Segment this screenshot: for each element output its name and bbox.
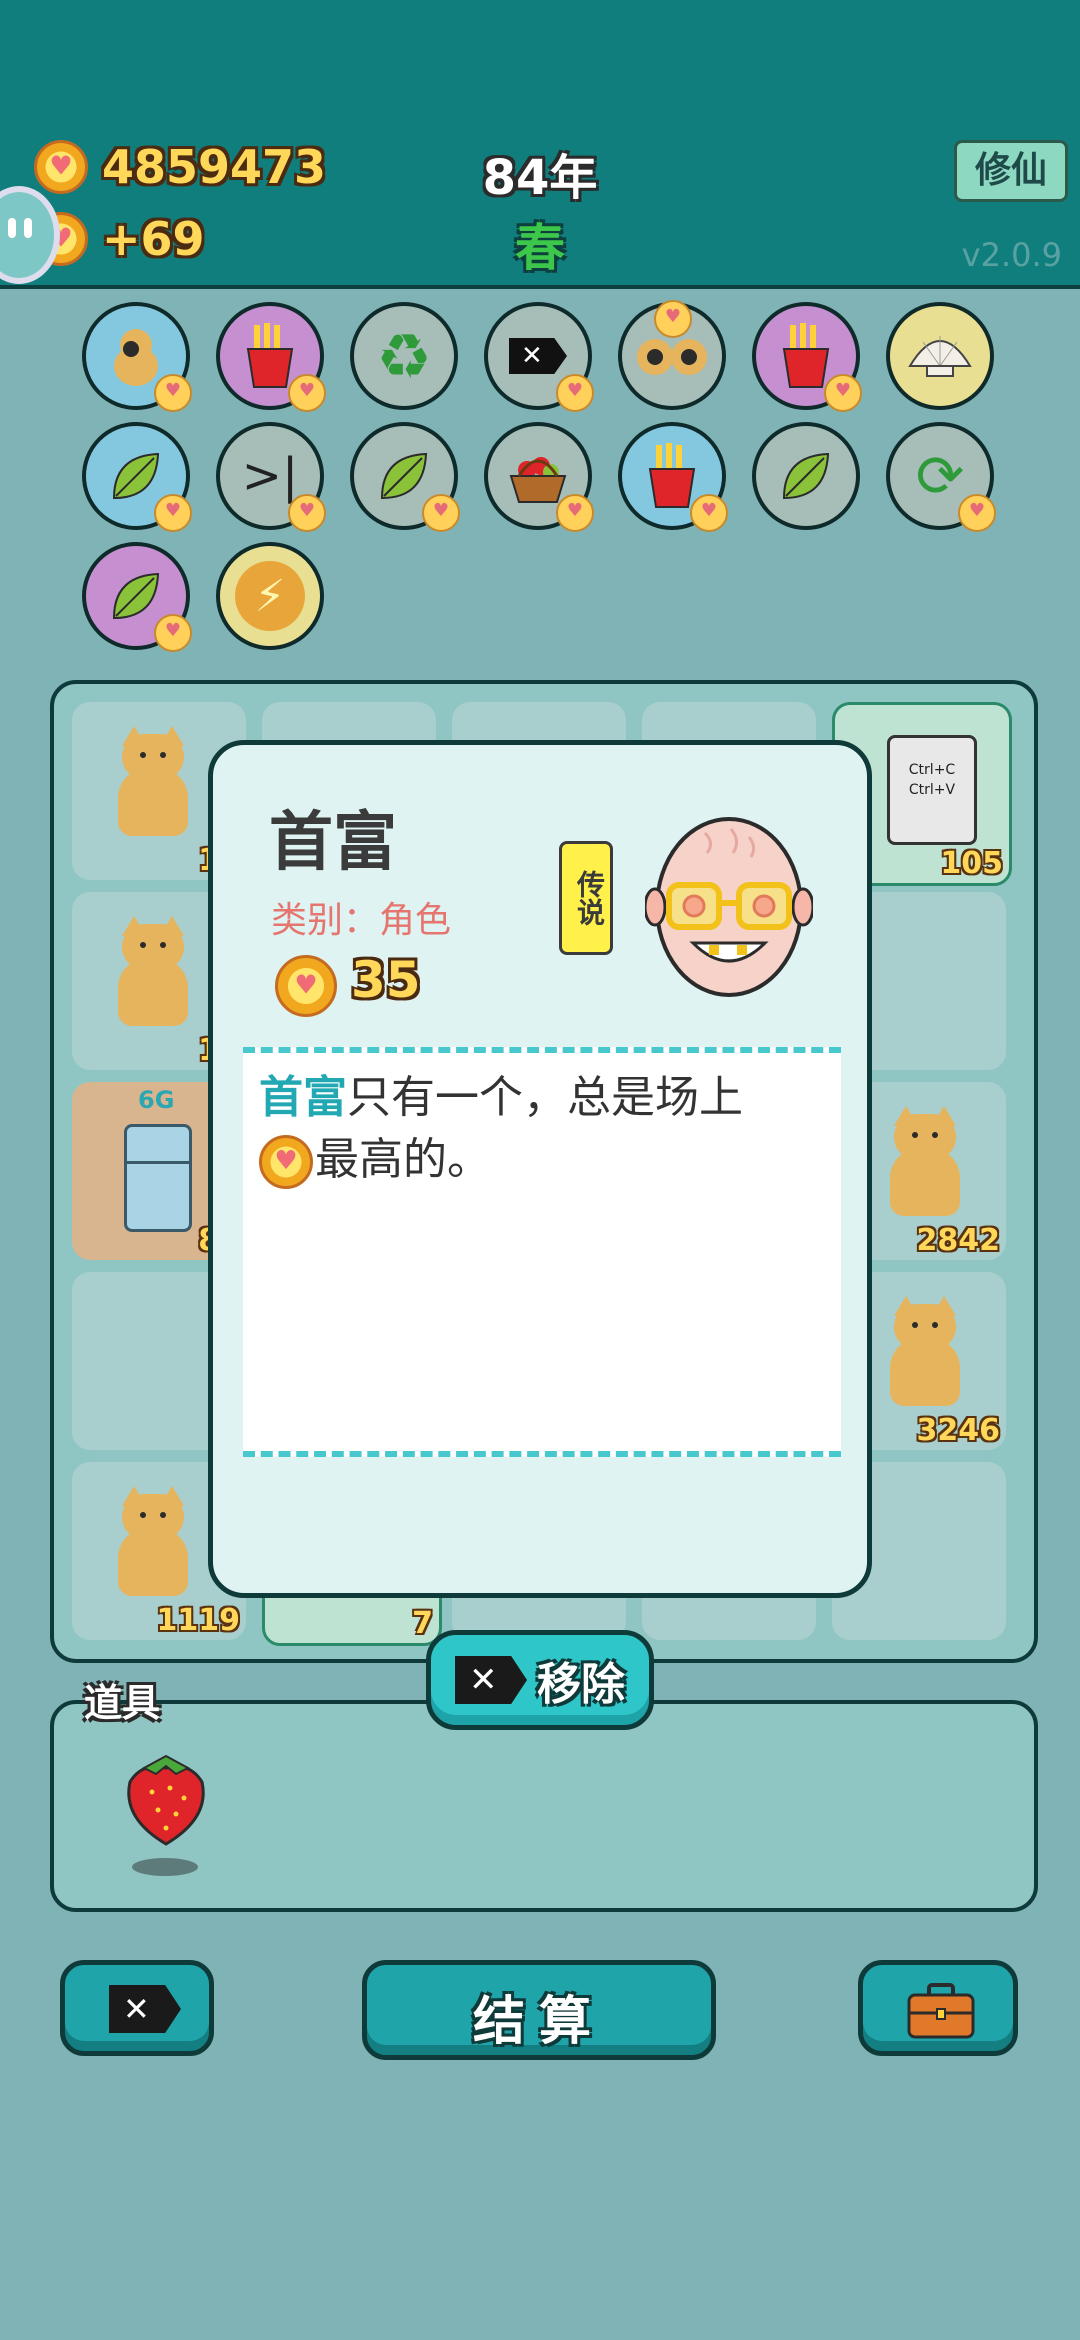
lightning-icon[interactable]: ⚡: [216, 542, 324, 650]
settle-label: 结算: [472, 1992, 605, 2052]
remove-tag-icon: ✕: [455, 1656, 527, 1704]
leaf-icon[interactable]: ♥: [82, 542, 192, 652]
cell-value: 105: [940, 846, 1003, 881]
cultivation-button[interactable]: 修仙: [954, 140, 1068, 202]
top-bar: 4859473 +69 84年 春 修仙 v2.0.9: [0, 0, 1080, 289]
remove-label: 移除: [537, 1659, 625, 1710]
leaf-icon[interactable]: [752, 422, 860, 530]
shell-icon[interactable]: [886, 302, 994, 410]
description-text-1: 只有一个，总是场上: [347, 1072, 743, 1123]
card-detail-dialog: 首富 类别：角色 35 传说 首富只有一个，总是场上 最高的。: [208, 740, 872, 1598]
card-description: 首富只有一个，总是场上 最高的。: [243, 1047, 841, 1457]
cat-icon: [112, 1486, 192, 1596]
leaf-icon[interactable]: ♥: [350, 422, 460, 532]
cell-value: 1119: [156, 1603, 241, 1638]
fries-icon[interactable]: ♥: [216, 302, 326, 412]
skip-icon[interactable]: >| ♥: [216, 422, 326, 532]
cat-icon: [884, 1106, 964, 1216]
ctrl-v-label: Ctrl+V: [908, 782, 956, 798]
cell-value: 2842: [916, 1223, 1001, 1258]
cat-icon: [112, 916, 192, 1026]
rarity-badge: 传说: [559, 841, 613, 955]
year-label: 84年: [482, 150, 598, 206]
fries-icon[interactable]: ♥: [618, 422, 728, 532]
remove-tag-icon: ✕: [109, 1985, 181, 2033]
coin-icon: [275, 955, 337, 1017]
description-highlight: 首富: [259, 1072, 347, 1123]
ctrl-c-label: Ctrl+C: [908, 762, 956, 778]
fridge-icon: [124, 1124, 192, 1232]
cell-value: 3246: [916, 1413, 1001, 1448]
coin-icon: [259, 1135, 313, 1189]
fridge-tag: 6G: [138, 1086, 175, 1114]
recycle-icon[interactable]: ♻: [350, 302, 458, 410]
inventory-button[interactable]: [858, 1960, 1018, 2056]
items-label: 道具: [84, 1681, 161, 1725]
version-label: v2.0.9: [961, 236, 1062, 274]
settle-button[interactable]: 结算: [362, 1960, 716, 2060]
card-title: 首富: [269, 806, 397, 880]
item-shadow: [132, 1858, 198, 1876]
briefcase-icon: [907, 1983, 975, 2039]
cat-icon: [112, 726, 192, 836]
rich-man-portrait-icon: [643, 803, 815, 1003]
copy-paste-card: Ctrl+C Ctrl+V: [887, 735, 977, 845]
card-category: 类别：角色: [271, 900, 452, 941]
discard-button[interactable]: ✕: [60, 1960, 214, 2056]
description-text-2: 最高的。: [315, 1134, 491, 1185]
fruit-basket-icon[interactable]: ♥: [484, 422, 594, 532]
twin-cats-icon[interactable]: ♥: [618, 300, 726, 410]
leaf-icon[interactable]: ♥: [82, 422, 192, 532]
remove-tag-icon[interactable]: ✕ ♥: [484, 302, 594, 412]
season-label: 春: [515, 219, 565, 277]
cat-coin-icon[interactable]: ♥: [82, 302, 192, 412]
cell-value: 7: [412, 1606, 433, 1641]
fries-icon[interactable]: ♥: [752, 302, 862, 412]
cat-icon: [884, 1296, 964, 1406]
strawberry-icon[interactable]: [118, 1748, 214, 1848]
card-cost: 35: [351, 951, 421, 1009]
remove-button[interactable]: ✕ 移除: [426, 1630, 654, 1730]
refresh-icon[interactable]: ⟳ ♥: [886, 422, 996, 532]
